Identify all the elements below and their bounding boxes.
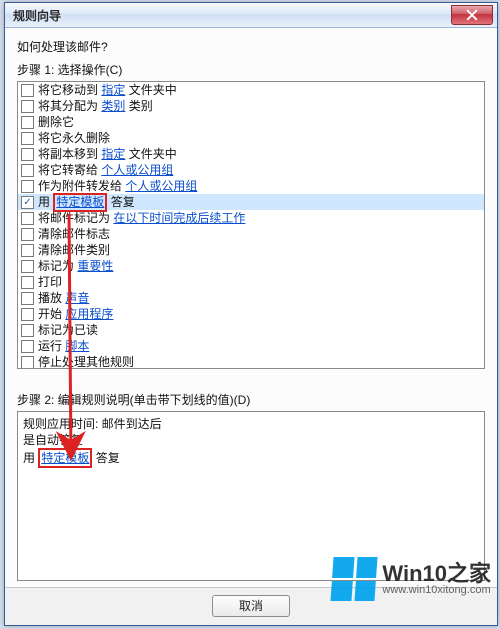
- action-row-text: 将其分配为 类别 类别: [38, 99, 153, 114]
- close-icon: [466, 9, 478, 21]
- checkbox-icon[interactable]: ✓: [21, 196, 34, 209]
- action-link[interactable]: 在以下时间完成后续工作: [113, 211, 245, 225]
- action-link[interactable]: 个人或公用组: [125, 179, 197, 193]
- action-row-text: 将它转寄给 个人或公用组: [38, 163, 173, 178]
- action-row-text: 将它永久删除: [38, 131, 110, 146]
- action-link[interactable]: 应用程序: [65, 307, 113, 321]
- step2-label: 步骤 2: 编辑规则说明(单击带下划线的值)(D): [17, 391, 485, 408]
- checkbox-icon[interactable]: [21, 180, 34, 193]
- action-row-text: 停止处理其他规则: [38, 355, 134, 370]
- dialog-body: 如何处理该邮件? 步骤 1: 选择操作(C) 将它移动到 指定 文件夹中将其分配…: [5, 28, 497, 587]
- action-row-12[interactable]: 打印: [18, 274, 484, 290]
- checkbox-icon[interactable]: [21, 292, 34, 305]
- checkbox-icon[interactable]: [21, 260, 34, 273]
- action-row-1[interactable]: 将其分配为 类别 类别: [18, 98, 484, 114]
- close-button[interactable]: [451, 5, 493, 25]
- action-row-0[interactable]: 将它移动到 指定 文件夹中: [18, 82, 484, 98]
- action-row-8[interactable]: 将邮件标记为 在以下时间完成后续工作: [18, 210, 484, 226]
- checkbox-icon[interactable]: [21, 276, 34, 289]
- window-title: 规则向导: [13, 7, 61, 24]
- action-link[interactable]: 指定: [101, 147, 125, 161]
- action-row-text: 删除它: [38, 115, 74, 130]
- action-row-16[interactable]: 运行 脚本: [18, 338, 484, 354]
- template-link[interactable]: 特定模板: [41, 451, 89, 465]
- action-row-text: 播放 声音: [38, 291, 89, 306]
- action-row-9[interactable]: 清除邮件标志: [18, 226, 484, 242]
- action-row-7[interactable]: ✓ 用 特定模板 答复: [18, 194, 484, 210]
- rule-description-box[interactable]: 规则应用时间: 邮件到达后 是自动答复 用 特定模板 答复: [17, 411, 485, 581]
- action-row-3[interactable]: 将它永久删除: [18, 130, 484, 146]
- action-row-5[interactable]: 将它转寄给 个人或公用组: [18, 162, 484, 178]
- action-row-10[interactable]: 清除邮件类别: [18, 242, 484, 258]
- desc-line-2: 是自动答复: [23, 432, 479, 448]
- checkbox-icon[interactable]: [21, 340, 34, 353]
- desc-line-1: 规则应用时间: 邮件到达后: [23, 416, 479, 432]
- action-row-text: 作为附件转发给 个人或公用组: [38, 179, 197, 194]
- action-link[interactable]: 重要性: [77, 259, 113, 273]
- action-link[interactable]: 声音: [65, 291, 89, 305]
- checkbox-icon[interactable]: [21, 324, 34, 337]
- action-row-2[interactable]: 删除它: [18, 114, 484, 130]
- rules-wizard-window: 规则向导 如何处理该邮件? 步骤 1: 选择操作(C) 将它移动到 指定 文件夹…: [4, 2, 498, 626]
- watermark: Win10之家 www.win10xitong.com: [332, 557, 491, 601]
- actions-listbox[interactable]: 将它移动到 指定 文件夹中将其分配为 类别 类别删除它将它永久删除将副本移到 指…: [17, 81, 485, 369]
- titlebar[interactable]: 规则向导: [5, 3, 497, 28]
- cancel-button[interactable]: 取消: [212, 595, 290, 617]
- action-row-4[interactable]: 将副本移到 指定 文件夹中: [18, 146, 484, 162]
- action-row-15[interactable]: 标记为已读: [18, 322, 484, 338]
- action-link[interactable]: 特定模板: [56, 195, 104, 209]
- checkbox-icon[interactable]: [21, 164, 34, 177]
- action-row-text: 清除邮件标志: [38, 227, 110, 242]
- action-link[interactable]: 脚本: [65, 339, 89, 353]
- action-row-text: 标记为已读: [38, 323, 98, 338]
- action-row-text: 清除邮件类别: [38, 243, 110, 258]
- action-link[interactable]: 指定: [101, 83, 125, 97]
- action-row-text: 开始 应用程序: [38, 307, 113, 322]
- watermark-url: www.win10xitong.com: [382, 585, 491, 597]
- action-row-text: 将它移动到 指定 文件夹中: [38, 83, 177, 98]
- desc-line-3-pre: 用: [23, 451, 38, 465]
- checkbox-icon[interactable]: [21, 244, 34, 257]
- action-row-text: 打印: [38, 275, 62, 290]
- watermark-title: Win10之家: [382, 562, 491, 585]
- action-row-text: 标记为 重要性: [38, 259, 113, 274]
- action-row-text: 将邮件标记为 在以下时间完成后续工作: [38, 211, 245, 226]
- checkbox-icon[interactable]: [21, 84, 34, 97]
- checkbox-icon[interactable]: [21, 116, 34, 129]
- checkbox-icon[interactable]: [21, 356, 34, 369]
- action-link[interactable]: 个人或公用组: [101, 163, 173, 177]
- checkbox-icon[interactable]: [21, 132, 34, 145]
- action-row-text: 用 特定模板 答复: [38, 193, 135, 212]
- action-row-text: 将副本移到 指定 文件夹中: [38, 147, 177, 162]
- prompt-text: 如何处理该邮件?: [17, 38, 485, 55]
- checkbox-icon[interactable]: [21, 308, 34, 321]
- desc-line-3: 用 特定模板 答复: [23, 448, 479, 468]
- action-row-11[interactable]: 标记为 重要性: [18, 258, 484, 274]
- action-row-14[interactable]: 开始 应用程序: [18, 306, 484, 322]
- action-row-text: 运行 脚本: [38, 339, 89, 354]
- checkbox-icon[interactable]: [21, 148, 34, 161]
- action-row-13[interactable]: 播放 声音: [18, 290, 484, 306]
- action-row-17[interactable]: 停止处理其他规则: [18, 354, 484, 369]
- desc-line-3-post: 答复: [92, 451, 119, 465]
- checkbox-icon[interactable]: [21, 228, 34, 241]
- step1-label: 步骤 1: 选择操作(C): [17, 61, 485, 78]
- action-link[interactable]: 类别: [101, 99, 125, 113]
- checkbox-icon[interactable]: [21, 212, 34, 225]
- windows-logo-icon: [331, 557, 378, 601]
- checkbox-icon[interactable]: [21, 100, 34, 113]
